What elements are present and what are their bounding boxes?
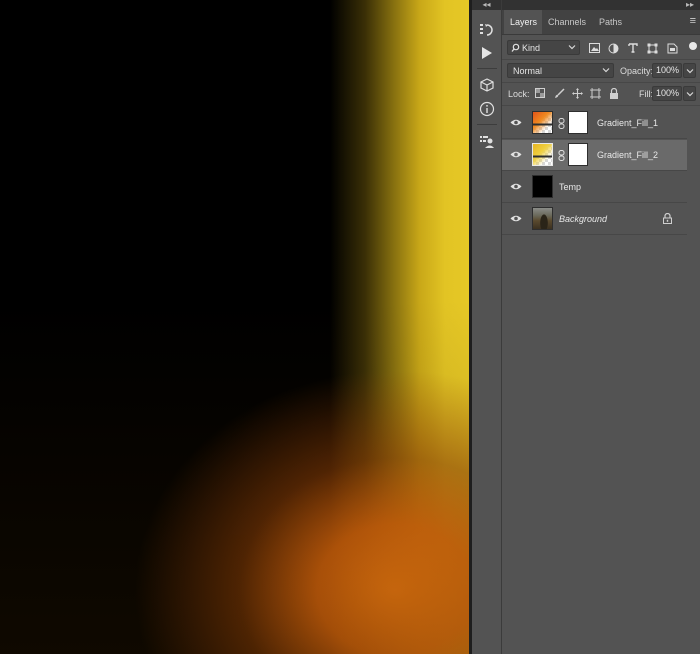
layer-mask-thumbnail[interactable] [568,143,588,166]
lock-transparent-icon[interactable] [534,87,546,99]
tab-layers[interactable]: Layers [504,10,542,34]
info-icon[interactable] [476,98,498,120]
separator [502,59,700,60]
lock-move-icon[interactable] [571,87,583,99]
tab-channels[interactable]: Channels [542,10,592,34]
document-canvas[interactable] [0,0,469,654]
panel-menu-icon[interactable]: ≡ [690,16,696,27]
layers-panel: Layers Channels Paths ≡ Kind Normal Opac… [502,10,700,654]
layer-thumbnail[interactable] [532,175,553,198]
filter-kind-select[interactable]: Kind [507,40,580,55]
search-icon [511,43,520,52]
separator [502,105,700,106]
strip-separator [477,68,497,69]
layer-thumbnail[interactable] [532,207,553,230]
visibility-eye-icon[interactable] [510,118,522,127]
visibility-eye-icon[interactable] [510,150,522,159]
layer-lock-icon [663,213,672,224]
link-chain-icon[interactable] [558,118,565,129]
layer-row-background[interactable]: Background [502,204,687,235]
panel-tabbar: Layers Channels Paths ≡ [502,10,700,35]
panel-top-bar: ▸▸ [502,0,700,10]
visibility-eye-icon[interactable] [510,214,522,223]
cube-3d-icon[interactable] [476,74,498,96]
layer-name[interactable]: Background [559,214,607,224]
smart-object-filter-icon[interactable] [666,42,678,54]
collapse-strip-button[interactable]: ◂◂ [472,0,501,10]
opacity-dropdown-button[interactable] [683,63,696,78]
strip-separator [477,124,497,125]
layer-thumbnail[interactable] [532,111,553,134]
chevron-down-icon [568,45,576,50]
layer-row-gradient-fill-1[interactable]: Gradient_Fill_1 [502,108,687,139]
canvas-shade [0,300,469,654]
image-filter-icon[interactable] [588,42,600,54]
layer-name[interactable]: Temp [559,182,581,192]
blend-mode-value: Normal [513,66,543,76]
play-actions-icon[interactable] [476,42,498,64]
chevron-down-icon [686,69,694,74]
layer-row-gradient-fill-2[interactable]: Gradient_Fill_2 [502,140,687,171]
lock-paint-icon[interactable] [553,87,565,99]
lock-all-icon[interactable] [608,87,620,99]
chevron-down-icon [602,68,610,73]
layers-scrollbar[interactable] [689,108,700,654]
lock-label: Lock: [508,89,530,99]
layer-mask-thumbnail[interactable] [568,111,588,134]
properties-icon[interactable] [476,131,498,153]
separator [502,82,700,83]
blend-mode-select[interactable]: Normal [507,63,614,78]
collapse-panel-button[interactable]: ▸▸ [686,0,694,10]
type-filter-icon[interactable] [627,42,639,54]
layer-name[interactable]: Gradient_Fill_2 [597,150,658,160]
adjustment-filter-icon[interactable] [607,42,619,54]
layer-row-temp[interactable]: Temp [502,172,687,203]
layer-name[interactable]: Gradient_Fill_1 [597,118,658,128]
lock-artboard-icon[interactable] [589,87,601,99]
tab-paths[interactable]: Paths [593,10,627,34]
visibility-eye-icon[interactable] [510,182,522,191]
filter-kind-label: Kind [522,43,541,53]
fill-label: Fill: [639,89,653,99]
opacity-input[interactable]: 100% [652,63,682,78]
shape-filter-icon[interactable] [646,42,658,54]
filter-toggle-icon[interactable] [689,42,697,50]
fill-dropdown-button[interactable] [683,86,696,101]
panel-icon-strip: ◂◂ [472,0,502,654]
opacity-label: Opacity: [620,66,654,76]
link-chain-icon[interactable] [558,150,565,161]
history-icon[interactable] [476,19,498,41]
layer-thumbnail[interactable] [532,143,553,166]
fill-input[interactable]: 100% [652,86,682,101]
chevron-down-icon [686,92,694,97]
